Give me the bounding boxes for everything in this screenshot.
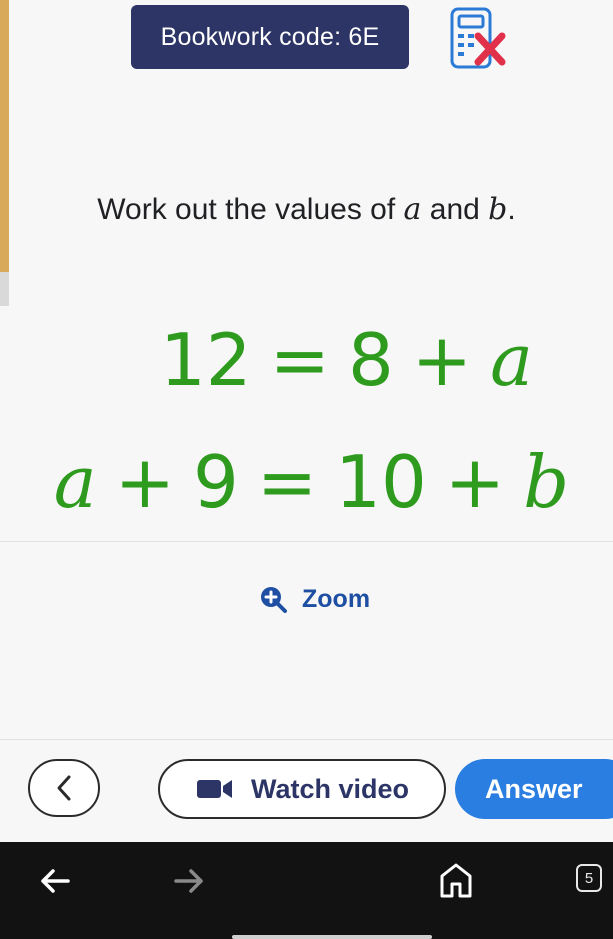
eq2-variable-b: b [523, 440, 570, 524]
zoom-in-icon [261, 587, 287, 613]
browser-navigation-bar: 5 [0, 842, 613, 939]
question-variable-b: b [488, 192, 508, 227]
question-prefix: Work out the values of [97, 193, 404, 226]
zoom-label: Zoom [302, 584, 371, 613]
eq2-plus-2: + [444, 440, 506, 524]
home-icon[interactable] [438, 860, 474, 900]
home-indicator-bar [232, 935, 432, 939]
section-divider-top [0, 541, 613, 542]
eq1-term: 8 [347, 318, 394, 402]
tab-switcher-button[interactable]: 5 [576, 864, 602, 892]
question-variable-a: a [403, 192, 422, 227]
previous-button[interactable] [28, 759, 100, 817]
eq2-term-2: 10 [335, 440, 427, 524]
eq2-variable-a: a [53, 440, 97, 524]
bookwork-code-badge: Bookwork code: 6E [131, 5, 409, 69]
answer-button[interactable]: Answer [455, 759, 613, 819]
watch-video-button[interactable]: Watch video [158, 759, 446, 819]
eq2-term-1: 9 [193, 440, 239, 524]
eq1-equals: = [269, 318, 330, 402]
equation-line-2: a +9 = 10 + b [10, 440, 613, 524]
calculator-not-allowed-icon [450, 7, 506, 69]
video-camera-icon [196, 780, 232, 798]
question-text: Work out the values of a and b. [0, 192, 613, 227]
back-arrow-icon[interactable] [36, 862, 74, 900]
equation-line-1: 12 = 8 + a [80, 318, 613, 402]
question-suffix: . [507, 193, 516, 226]
left-edge-strip-lower [0, 272, 9, 306]
eq1-lhs: 12 [159, 318, 252, 402]
forward-arrow-icon[interactable] [170, 862, 208, 900]
eq1-plus: + [411, 318, 473, 402]
left-edge-strip [0, 0, 9, 272]
bookwork-code-label: Bookwork code: 6E [160, 22, 380, 51]
question-connector: and [421, 193, 489, 226]
watch-video-label: Watch video [250, 773, 410, 804]
answer-label: Answer [485, 773, 583, 804]
tab-count: 5 [584, 869, 594, 887]
chevron-left-icon [57, 775, 71, 801]
eq1-variable: a [490, 318, 534, 402]
eq2-equals: = [256, 440, 318, 524]
section-divider-bottom [0, 739, 613, 740]
zoom-button[interactable]: Zoom [258, 583, 370, 615]
eq2-plus-1: + [114, 440, 176, 524]
